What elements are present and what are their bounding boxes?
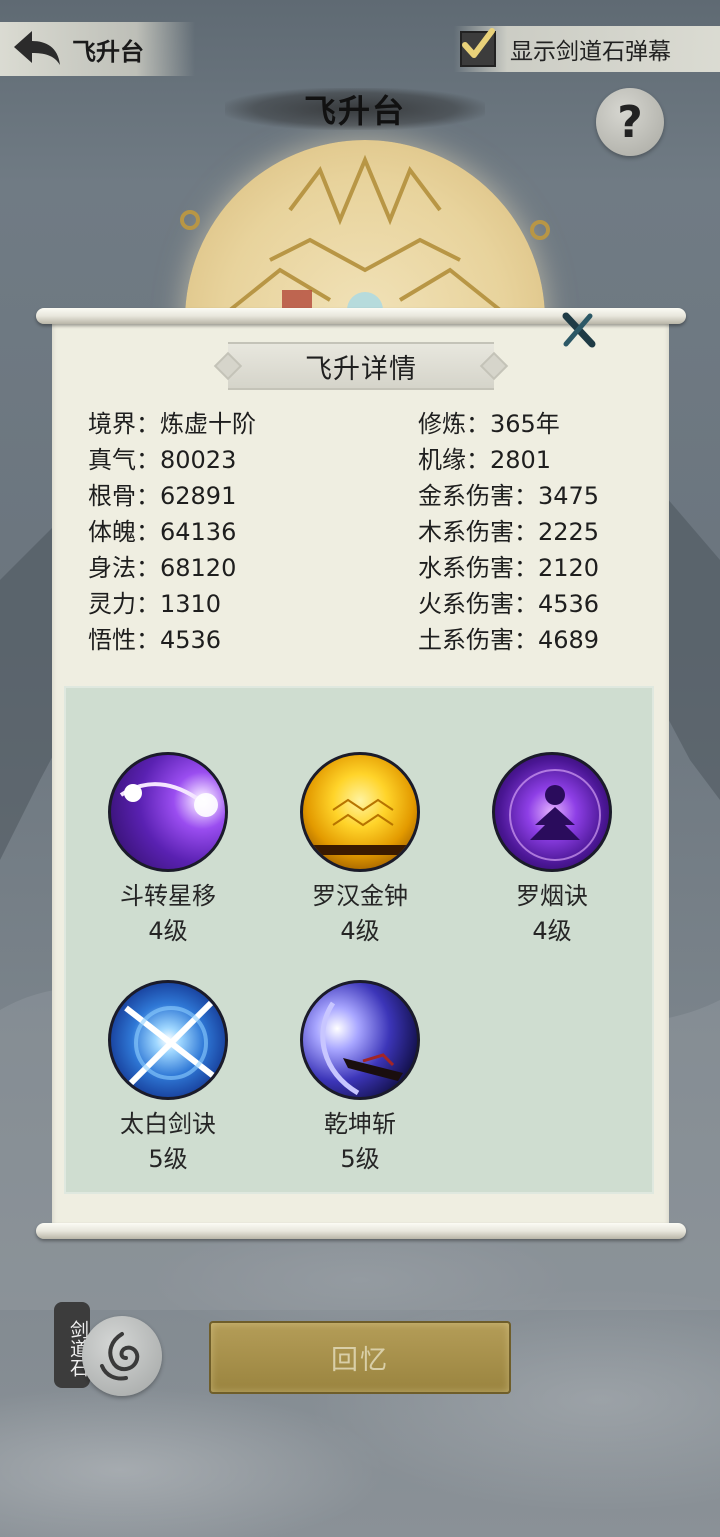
skill-name: 太白剑诀 [120, 1110, 216, 1138]
stat-fortune: 机缘：2801 [418, 445, 551, 475]
skill-level: 4级 [340, 917, 380, 945]
danmaku-checkbox[interactable] [460, 28, 496, 67]
skill-item[interactable]: 罗烟诀 4级 [472, 752, 632, 952]
show-danmaku-toggle[interactable]: 显示剑道石弹幕 [454, 26, 720, 72]
skill-level: 4级 [532, 917, 572, 945]
help-button[interactable]: ? [596, 88, 664, 156]
meditation-skill-icon [492, 752, 612, 872]
skill-item[interactable]: 斗转星移 4级 [88, 752, 248, 952]
stat-physique: 体魄：64136 [88, 517, 236, 547]
back-button-label: 飞升台 [72, 37, 144, 66]
recall-button-label: 回忆 [331, 1345, 389, 1376]
sword-slash-skill-icon [108, 980, 228, 1100]
stat-key: 悟性： [88, 626, 160, 654]
top-bar: 飞升台 显示剑道石弹幕 [0, 22, 720, 78]
recall-button[interactable]: 回忆 [209, 1321, 511, 1394]
stat-key: 火系伤害： [418, 590, 538, 618]
stat-value: 4689 [538, 626, 600, 654]
stat-key: 境界： [88, 410, 160, 438]
close-button[interactable] [560, 312, 596, 348]
checkmark-icon [462, 28, 495, 58]
skill-item[interactable]: 太白剑诀 5级 [88, 980, 248, 1180]
stat-spirit: 灵力：1310 [88, 589, 221, 619]
stat-value: 2225 [538, 518, 600, 546]
stat-fire-damage: 火系伤害：4536 [418, 589, 599, 619]
spirit-swirl-icon [100, 1332, 140, 1381]
skill-name: 罗汉金钟 [312, 882, 408, 910]
page-title-banner: 飞升台 [225, 88, 485, 130]
stat-water-damage: 水系伤害：2120 [418, 553, 599, 583]
sword-stone-widget[interactable]: 剑道石 [50, 1298, 170, 1408]
golden-bell-skill-icon [300, 752, 420, 872]
stat-value: 1310 [160, 590, 222, 618]
stat-key: 水系伤害： [418, 554, 538, 582]
stat-wood-damage: 木系伤害：2225 [418, 517, 599, 547]
back-button[interactable]: 飞升台 [0, 22, 195, 76]
stat-value: 80023 [160, 446, 237, 474]
skills-grid: 斗转星移 4级 罗汉金钟 4级 罗烟诀 4级 太白剑诀 5级 乾坤斩 5级 [64, 686, 654, 1194]
panel-title-banner: 飞升详情 [213, 342, 509, 390]
stat-value: 365年 [490, 410, 560, 438]
stat-value: 炼虚十阶 [160, 410, 256, 438]
stat-value: 4536 [538, 590, 600, 618]
question-mark-icon: ? [617, 96, 643, 148]
back-arrow-icon [14, 31, 60, 65]
altar-crown-ornament [180, 154, 550, 320]
skill-level: 4级 [148, 917, 188, 945]
stat-key: 真气： [88, 446, 160, 474]
blade-skill-icon [300, 980, 420, 1100]
skill-name: 乾坤斩 [324, 1110, 396, 1138]
stat-agility: 身法：68120 [88, 553, 236, 583]
stat-earth-damage: 土系伤害：4689 [418, 625, 599, 655]
page-title: 飞升台 [303, 92, 406, 130]
stat-key: 金系伤害： [418, 482, 538, 510]
skill-item[interactable]: 乾坤斩 5级 [280, 980, 440, 1180]
stat-key: 修炼： [418, 410, 490, 438]
stat-value: 62891 [160, 482, 237, 510]
stat-bone: 根骨：62891 [88, 481, 236, 511]
stat-key: 土系伤害： [418, 626, 538, 654]
stat-realm: 境界：炼虚十阶 [88, 409, 256, 439]
stat-key: 根骨： [88, 482, 160, 510]
stat-key: 灵力： [88, 590, 160, 618]
skill-item[interactable]: 罗汉金钟 4级 [280, 752, 440, 952]
stat-value: 68120 [160, 554, 237, 582]
stat-key: 木系伤害： [418, 518, 538, 546]
stat-insight: 悟性：4536 [88, 625, 221, 655]
stat-cultivation: 修炼：365年 [418, 409, 560, 439]
stat-value: 4536 [160, 626, 222, 654]
panel-title: 飞升详情 [305, 353, 417, 385]
skill-level: 5级 [148, 1145, 188, 1173]
danmaku-toggle-label: 显示剑道石弹幕 [510, 39, 671, 65]
stat-true-qi: 真气：80023 [88, 445, 236, 475]
scroll-bottom-rod [36, 1223, 686, 1239]
stat-value: 64136 [160, 518, 237, 546]
stat-metal-damage: 金系伤害：3475 [418, 481, 599, 511]
skill-name: 罗烟诀 [516, 882, 588, 910]
stat-key: 体魄： [88, 518, 160, 546]
sword-stone-button[interactable] [82, 1316, 162, 1396]
skill-level: 5级 [340, 1145, 380, 1173]
stat-key: 机缘： [418, 446, 490, 474]
stat-value: 2801 [490, 446, 552, 474]
stat-value: 2120 [538, 554, 600, 582]
skill-name: 斗转星移 [120, 882, 216, 910]
stat-key: 身法： [88, 554, 160, 582]
close-icon [562, 312, 596, 348]
star-shift-skill-icon [108, 752, 228, 872]
stat-value: 3475 [538, 482, 600, 510]
